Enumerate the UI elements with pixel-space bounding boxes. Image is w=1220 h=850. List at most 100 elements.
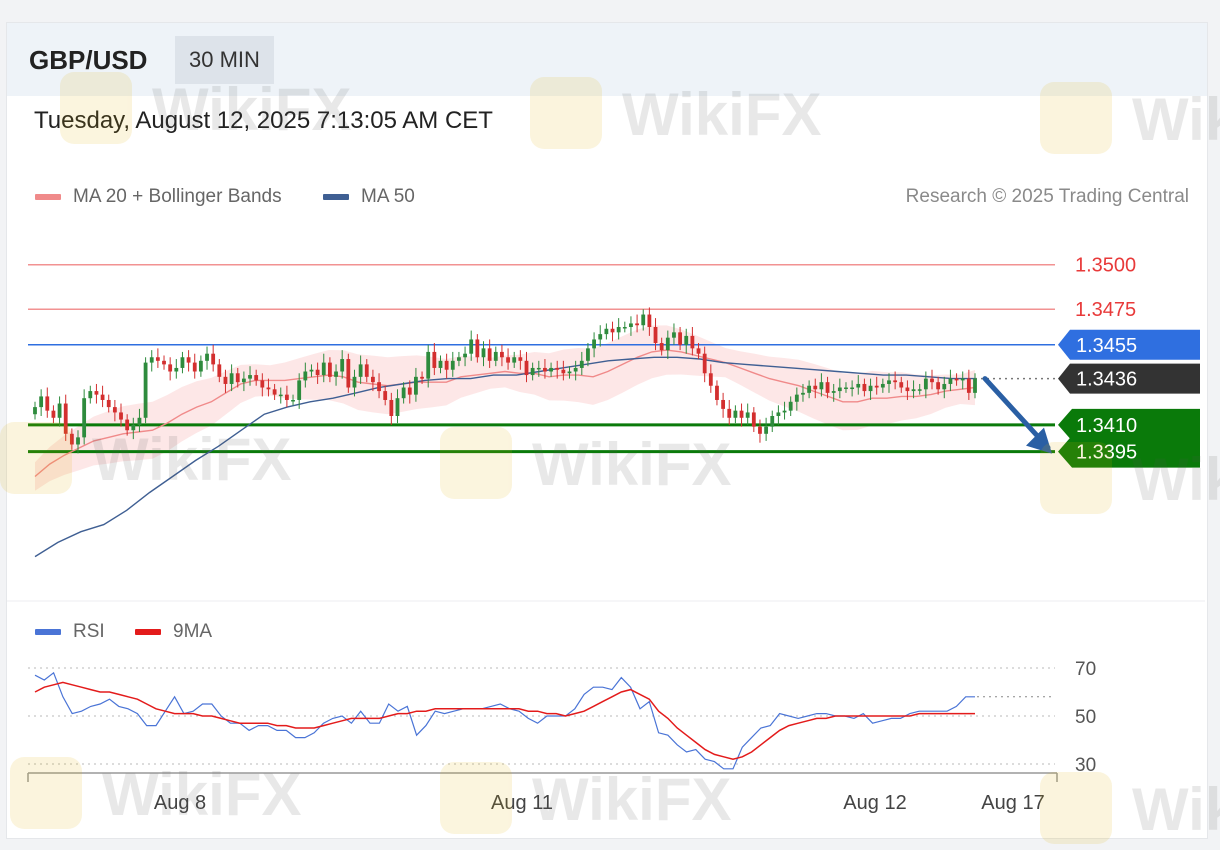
candle — [254, 375, 259, 381]
x-tick-label: Aug 8 — [154, 792, 206, 814]
candle — [389, 399, 394, 416]
candle — [930, 378, 934, 383]
candle — [346, 359, 351, 388]
candle — [622, 327, 627, 329]
candle — [862, 383, 867, 392]
candle — [100, 394, 105, 400]
candle — [162, 360, 166, 365]
candle — [284, 394, 289, 400]
x-tick-label: Aug 17 — [981, 792, 1044, 814]
candle — [395, 398, 400, 416]
price-chart[interactable]: 1.3500 1.3475 1.3455 1.3436 1.3410 1.3395 70 50… — [0, 0, 1220, 850]
candle — [69, 433, 74, 445]
level-label-1.3475: 1.3475 — [1075, 299, 1136, 321]
level-label-1.3455: 1.3455 — [1076, 335, 1137, 357]
candle — [837, 387, 842, 392]
candle — [303, 371, 308, 381]
candle — [665, 337, 670, 351]
candle — [604, 328, 609, 335]
candle — [573, 367, 578, 372]
candle — [880, 383, 885, 388]
candle — [936, 382, 941, 390]
level-label-1.3395: 1.3395 — [1076, 442, 1137, 464]
candle — [506, 357, 510, 363]
candle — [586, 348, 590, 361]
candle — [715, 385, 719, 400]
candle — [610, 328, 615, 333]
candle — [948, 378, 953, 384]
candle — [364, 364, 369, 377]
candle — [561, 369, 566, 374]
candle — [475, 339, 480, 358]
level-label-1.3500: 1.3500 — [1075, 255, 1136, 277]
rsi-series-9MA — [34, 681, 975, 760]
candle — [444, 360, 449, 370]
x-tick-label: Aug 11 — [491, 792, 553, 814]
rsi-tick-50: 50 — [1075, 707, 1096, 728]
candle — [954, 378, 959, 381]
candle — [106, 399, 111, 408]
candle — [973, 378, 977, 393]
candle — [438, 360, 443, 368]
candle — [960, 378, 965, 381]
candle — [751, 412, 756, 427]
candle — [739, 410, 744, 418]
candle — [917, 389, 922, 391]
candle — [696, 348, 701, 354]
candle — [94, 391, 99, 395]
candle — [788, 401, 793, 411]
level-label-1.3410: 1.3410 — [1076, 415, 1137, 437]
candle — [641, 314, 646, 326]
candle — [155, 357, 160, 361]
candle — [721, 399, 726, 409]
candle — [524, 360, 529, 376]
candle — [659, 343, 664, 351]
candle — [272, 389, 277, 395]
candle — [868, 385, 873, 392]
candle — [543, 367, 547, 372]
candle — [782, 410, 787, 413]
candle — [530, 367, 535, 376]
candle — [260, 380, 265, 388]
candle — [487, 348, 492, 361]
candle — [143, 362, 148, 418]
candle — [358, 364, 363, 377]
level-label-1.3436: 1.3436 — [1076, 369, 1137, 391]
rsi-tick-70: 70 — [1075, 659, 1096, 680]
candle — [149, 357, 154, 363]
candle — [235, 373, 240, 383]
candle — [266, 387, 271, 390]
candle — [481, 348, 486, 358]
candle — [119, 412, 123, 420]
candle — [112, 407, 117, 413]
candle — [248, 375, 252, 379]
candle — [131, 424, 136, 431]
candle — [653, 327, 658, 344]
candle — [315, 369, 320, 376]
candle — [291, 399, 295, 402]
candle — [241, 378, 246, 383]
candle — [125, 419, 130, 431]
candle — [801, 392, 805, 395]
candle — [457, 357, 461, 361]
rsi-series-RSI — [34, 671, 975, 770]
candle — [629, 323, 633, 327]
candle — [616, 327, 621, 333]
candle — [825, 382, 830, 393]
candle — [407, 387, 412, 395]
candle — [205, 353, 209, 361]
candle — [819, 382, 824, 390]
candle — [137, 417, 142, 425]
rsi-tick-30: 30 — [1075, 755, 1096, 776]
candle — [192, 362, 197, 372]
candle — [383, 391, 388, 400]
candle — [579, 360, 584, 368]
candle — [88, 391, 93, 399]
candle — [598, 334, 603, 340]
candle — [297, 380, 302, 400]
candle — [401, 387, 406, 399]
candle — [420, 376, 424, 379]
forecast-arrow-head — [1026, 427, 1052, 454]
candle — [278, 394, 283, 397]
candle — [807, 385, 812, 393]
